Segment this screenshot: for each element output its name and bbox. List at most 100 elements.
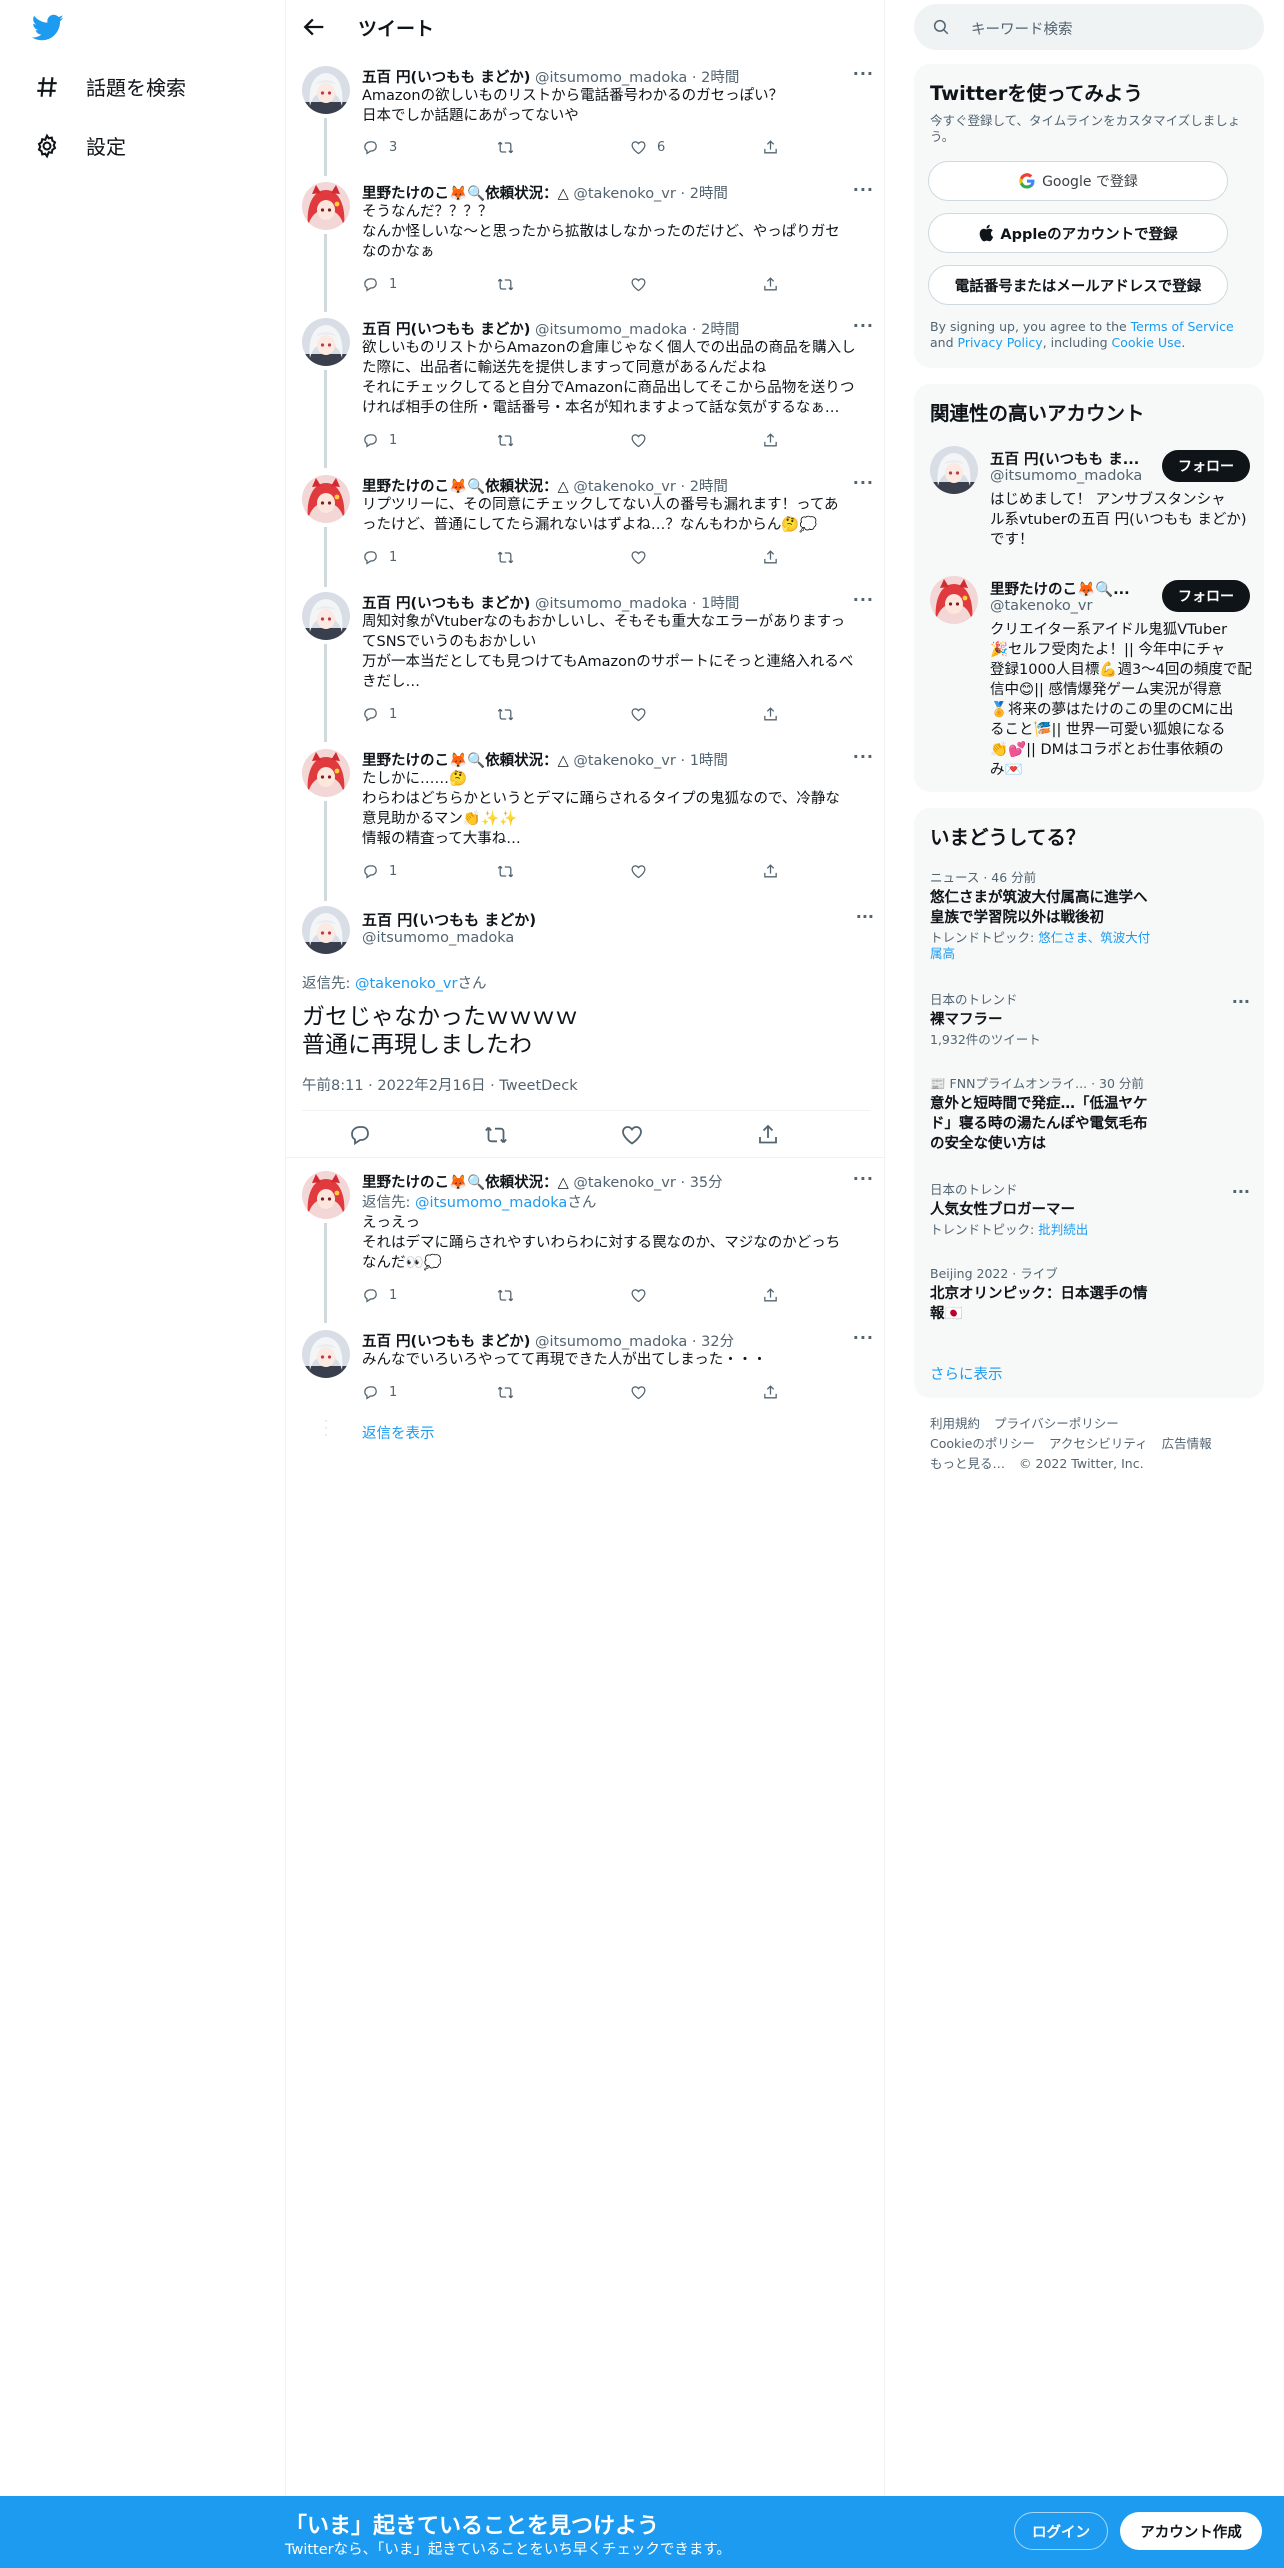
- avatar[interactable]: [930, 576, 978, 624]
- tweet-time[interactable]: 32分: [701, 1334, 734, 1350]
- privacy-policy-link[interactable]: Privacy Policy: [958, 335, 1043, 350]
- author-handle[interactable]: @itsumomo_madoka: [362, 930, 514, 946]
- reply-button[interactable]: 1: [362, 1384, 397, 1401]
- author-name[interactable]: 五百 円(いつもも まどか): [362, 909, 536, 930]
- share-button[interactable]: [762, 276, 779, 293]
- trend-item[interactable]: 📰 FNNプライムオンライ... · 30 分前 意外と短時間で発症…「低温ヤケ…: [930, 1076, 1250, 1154]
- signup-button[interactable]: アカウント作成: [1120, 2512, 1262, 2550]
- tweet-time[interactable]: 2時間: [690, 479, 728, 495]
- reply-button[interactable]: 1: [362, 1287, 397, 1304]
- retweet-button[interactable]: [497, 139, 524, 156]
- more-icon[interactable]: ···: [853, 747, 874, 766]
- retweet-button[interactable]: [497, 1384, 514, 1401]
- back-arrow-icon[interactable]: [300, 13, 328, 41]
- retweet-button[interactable]: [497, 432, 514, 449]
- footer-link[interactable]: 広告情報: [1162, 1436, 1212, 1451]
- follow-button[interactable]: フォロー: [1162, 580, 1250, 612]
- like-button[interactable]: [630, 1287, 647, 1304]
- footer-link[interactable]: アクセシビリティ: [1049, 1436, 1148, 1451]
- retweet-button[interactable]: [497, 276, 514, 293]
- retweet-button[interactable]: [497, 863, 514, 880]
- more-icon[interactable]: ···: [856, 907, 874, 926]
- like-button[interactable]: [630, 276, 647, 293]
- footer-link[interactable]: プライバシーポリシー: [994, 1416, 1119, 1431]
- avatar[interactable]: [302, 592, 350, 640]
- avatar[interactable]: [302, 182, 350, 230]
- avatar[interactable]: [302, 318, 350, 366]
- tweet-timestamp[interactable]: 午前8:11 · 2022年2月16日 · TweetDeck: [302, 1074, 578, 1095]
- trend-topic-link[interactable]: 属高: [930, 946, 955, 961]
- trend-topic-link[interactable]: 批判続出: [1038, 1222, 1088, 1237]
- tweet-time[interactable]: 1時間: [701, 596, 739, 612]
- avatar[interactable]: [302, 1171, 350, 1219]
- trend-item[interactable]: 日本のトレンド 人気女性ブロガーマー トレンドトピック: 批判続出 ···: [930, 1182, 1250, 1238]
- trend-topic-link[interactable]: 悠仁さま、筑波大付: [1038, 930, 1150, 945]
- reply-icon[interactable]: [348, 1123, 372, 1147]
- reply-button[interactable]: 1: [362, 863, 397, 880]
- reply-button[interactable]: 3: [362, 139, 397, 156]
- avatar[interactable]: [302, 906, 350, 954]
- like-icon[interactable]: [620, 1123, 644, 1147]
- apple-signup-button[interactable]: Appleのアカウントで登録: [928, 213, 1228, 253]
- author-name[interactable]: 五百 円(いつもも まどか): [362, 322, 530, 338]
- more-icon[interactable]: ···: [853, 1169, 874, 1188]
- cookie-use-link[interactable]: Cookie Use: [1112, 335, 1182, 350]
- retweet-button[interactable]: [497, 706, 514, 723]
- avatar[interactable]: [302, 1330, 350, 1378]
- account-name[interactable]: 五百 円(いつもも ま...: [990, 448, 1140, 469]
- more-icon[interactable]: ···: [1232, 1182, 1250, 1201]
- tweet-time[interactable]: 2時間: [701, 322, 739, 338]
- reply-button[interactable]: 1: [362, 432, 397, 449]
- google-signup-button[interactable]: Google で登録: [928, 161, 1228, 201]
- like-button[interactable]: [630, 1384, 647, 1401]
- reply-to-link[interactable]: @itsumomo_madoka: [415, 1195, 567, 1211]
- footer-link[interactable]: 利用規約: [930, 1416, 980, 1431]
- nav-settings[interactable]: 設定: [34, 131, 126, 160]
- author-name[interactable]: 五百 円(いつもも まどか): [362, 1334, 530, 1350]
- author-name[interactable]: 里野たけのこ🦊🔍依頼状況：△: [362, 753, 569, 769]
- author-name[interactable]: 里野たけのこ🦊🔍依頼状況：△: [362, 1175, 569, 1191]
- retweet-button[interactable]: [497, 549, 514, 566]
- login-button[interactable]: ログイン: [1014, 2512, 1108, 2550]
- search-box[interactable]: キーワード検索: [914, 4, 1264, 50]
- trend-item[interactable]: ニュース · 46 分前 悠仁さまが筑波大付属高に進学へ 皇族で学習院以外は戦後初…: [930, 870, 1250, 962]
- avatar[interactable]: [302, 749, 350, 797]
- account-suggestion[interactable]: 里野たけのこ🦊🔍... @takenoko_vr フォロー クリエイター系アイド…: [930, 576, 1252, 786]
- retweet-icon[interactable]: [484, 1123, 508, 1147]
- account-suggestion[interactable]: 五百 円(いつもも ま... @itsumomo_madoka フォロー はじめ…: [930, 446, 1250, 556]
- show-more-link[interactable]: さらに表示: [930, 1363, 1003, 1384]
- share-button[interactable]: [762, 1287, 779, 1304]
- share-icon[interactable]: [756, 1123, 780, 1147]
- more-icon[interactable]: ···: [1232, 992, 1250, 1011]
- tweet-time[interactable]: 35分: [690, 1175, 723, 1191]
- like-button[interactable]: [630, 863, 647, 880]
- phone-email-signup-button[interactable]: 電話番号またはメールアドレスで登録: [928, 265, 1228, 305]
- avatar[interactable]: [930, 446, 978, 494]
- more-icon[interactable]: ···: [853, 590, 874, 609]
- like-button[interactable]: [630, 706, 647, 723]
- reply-button[interactable]: 1: [362, 706, 397, 723]
- tweet-time[interactable]: 1時間: [690, 753, 728, 769]
- trend-item[interactable]: Beijing 2022 · ライブ 北京オリンピック：日本選手の情 報🇯🇵: [930, 1266, 1250, 1324]
- author-name[interactable]: 五百 円(いつもも まどか): [362, 596, 530, 612]
- author-name[interactable]: 五百 円(いつもも まどか): [362, 70, 530, 86]
- share-button[interactable]: [762, 1384, 779, 1401]
- account-name[interactable]: 里野たけのこ🦊🔍...: [990, 578, 1140, 599]
- reply-button[interactable]: 1: [362, 276, 397, 293]
- more-icon[interactable]: ···: [853, 473, 874, 492]
- avatar[interactable]: [302, 66, 350, 114]
- show-replies-link[interactable]: 返信を表示: [362, 1422, 435, 1443]
- like-button[interactable]: [630, 549, 647, 566]
- author-name[interactable]: 里野たけのこ🦊🔍依頼状況：△: [362, 186, 569, 202]
- more-icon[interactable]: ···: [853, 316, 874, 335]
- footer-link[interactable]: Cookieのポリシー: [930, 1436, 1035, 1451]
- follow-button[interactable]: フォロー: [1162, 450, 1250, 482]
- nav-explore[interactable]: 話題を検索: [34, 72, 186, 101]
- share-button[interactable]: [762, 432, 779, 449]
- twitter-logo-icon[interactable]: [32, 14, 64, 42]
- like-button[interactable]: 6: [630, 139, 665, 156]
- tweet-time[interactable]: 2時間: [701, 70, 739, 86]
- avatar[interactable]: [302, 475, 350, 523]
- share-button[interactable]: [762, 139, 779, 156]
- reply-button[interactable]: 1: [362, 549, 397, 566]
